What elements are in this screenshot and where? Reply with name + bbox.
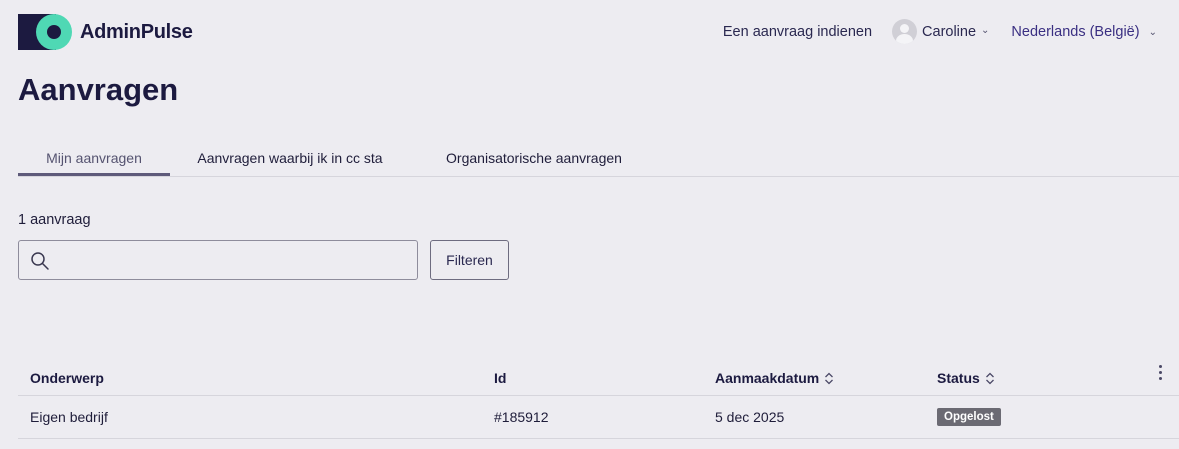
- chevron-down-icon: ⌄: [981, 25, 990, 36]
- logo-mark-icon: [18, 14, 74, 50]
- column-header-id: Id: [494, 370, 507, 386]
- column-header-status[interactable]: Status: [937, 370, 995, 386]
- top-navigation: Een aanvraag indienen Caroline ⌄ Nederla…: [723, 19, 1157, 44]
- row-id: #185912: [494, 409, 549, 425]
- user-name: Caroline: [922, 23, 977, 40]
- column-header-created[interactable]: Aanmaakdatum: [715, 370, 834, 386]
- header: AdminPulse Een aanvraag indienen Carolin…: [0, 0, 1179, 64]
- result-count: 1 aanvraag: [18, 212, 91, 228]
- filter-button[interactable]: Filteren: [430, 240, 509, 280]
- sort-icon: [985, 372, 994, 385]
- language-label: Nederlands (België): [1011, 23, 1140, 40]
- table-row[interactable]: Eigen bedrijf #185912 5 dec 2025 Opgelos…: [18, 396, 1179, 439]
- submit-request-link[interactable]: Een aanvraag indienen: [723, 24, 872, 40]
- column-header-subject: Onderwerp: [30, 370, 104, 386]
- brand-name: AdminPulse: [80, 20, 193, 43]
- brand-logo[interactable]: AdminPulse: [18, 14, 193, 50]
- chevron-down-icon: ⌄: [1148, 26, 1157, 38]
- tab-bar: Mijn aanvragen Aanvragen waarbij ik in c…: [18, 140, 1179, 177]
- kebab-menu-icon[interactable]: [1153, 365, 1167, 383]
- tab-cc-requests[interactable]: Aanvragen waarbij ik in cc sta: [170, 140, 410, 176]
- requests-table: Onderwerp Id Aanmaakdatum Status Eigen b…: [18, 356, 1179, 439]
- search-icon: [31, 252, 49, 270]
- column-header-created-label: Aanmaakdatum: [715, 370, 820, 386]
- search-input[interactable]: [59, 247, 409, 273]
- tab-my-requests[interactable]: Mijn aanvragen: [18, 140, 170, 176]
- language-selector[interactable]: Nederlands (België) ⌄: [1011, 24, 1157, 40]
- table-header: Onderwerp Id Aanmaakdatum Status: [18, 356, 1179, 396]
- search-box[interactable]: [18, 240, 418, 280]
- avatar-icon: [892, 19, 918, 44]
- page-title: Aanvragen: [18, 72, 179, 107]
- user-menu[interactable]: Caroline ⌄: [892, 19, 989, 44]
- sort-icon: [825, 372, 834, 385]
- row-subject[interactable]: Eigen bedrijf: [30, 409, 108, 425]
- row-created-date: 5 dec 2025: [715, 409, 785, 425]
- tab-organisation-requests[interactable]: Organisatorische aanvragen: [410, 140, 658, 176]
- column-header-status-label: Status: [937, 370, 980, 386]
- status-badge: Opgelost: [937, 408, 1001, 426]
